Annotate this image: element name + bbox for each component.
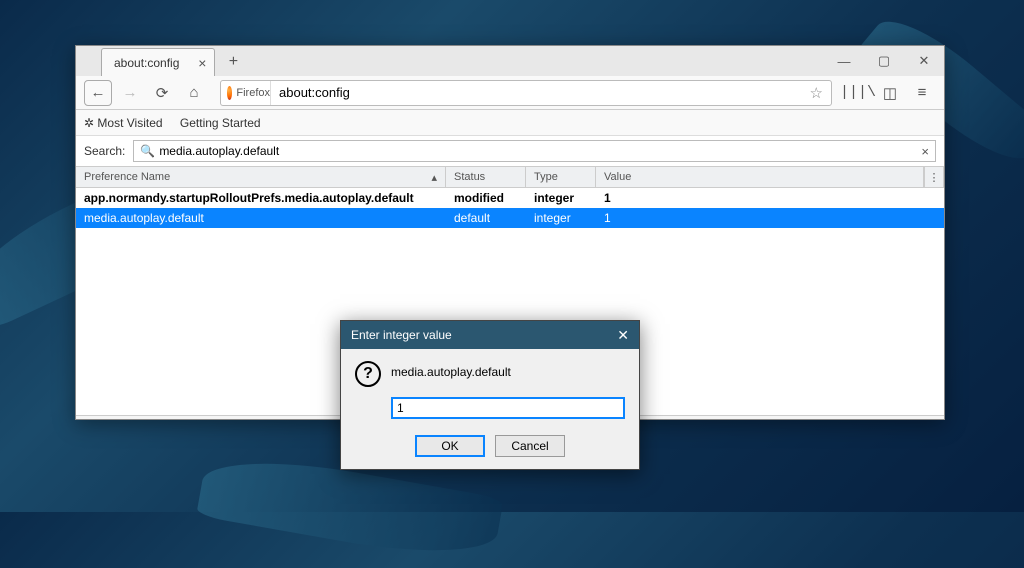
close-window-button[interactable]: ✕ <box>904 46 944 76</box>
col-header-status[interactable]: Status <box>446 167 526 187</box>
ok-button[interactable]: OK <box>415 435 485 457</box>
pref-name: media.autoplay.default <box>76 208 446 228</box>
sort-asc-icon: ▴ <box>431 171 437 184</box>
col-header-value[interactable]: Value <box>596 167 924 187</box>
back-button[interactable]: ← <box>84 80 112 106</box>
bookmarks-toolbar: ✲ Most Visited Getting Started <box>76 110 944 136</box>
tab-title: about:config <box>114 56 179 70</box>
tab-strip: about:config × + ― ▢ ✕ <box>76 46 944 76</box>
dialog-pref-name: media.autoplay.default <box>391 361 511 387</box>
pref-name: app.normandy.startupRolloutPrefs.media.a… <box>76 188 446 208</box>
search-icon: 🔍 <box>140 144 155 158</box>
pref-search-bar: Search: 🔍 × <box>76 136 944 166</box>
home-button[interactable]: ⌂ <box>180 80 208 106</box>
col-header-type[interactable]: Type <box>526 167 596 187</box>
search-label: Search: <box>84 144 125 158</box>
col-header-name[interactable]: Preference Name▴ <box>76 167 446 187</box>
pref-table-header: Preference Name▴ Status Type Value ⋮ <box>76 166 944 188</box>
menu-icon[interactable]: ≡ <box>908 80 936 106</box>
dialog-titlebar: Enter integer value ✕ <box>341 321 639 349</box>
bookmark-getting-started[interactable]: Getting Started <box>177 116 261 130</box>
pref-value: 1 <box>596 188 944 208</box>
firefox-icon <box>227 86 232 100</box>
pref-type: integer <box>526 188 596 208</box>
forward-button: → <box>116 80 144 106</box>
pref-type: integer <box>526 208 596 228</box>
tab-about-config[interactable]: about:config × <box>101 48 215 76</box>
url-bar[interactable]: Firefox ☆ <box>220 80 832 106</box>
dialog-title: Enter integer value <box>351 328 452 342</box>
table-row[interactable]: app.normandy.startupRolloutPrefs.media.a… <box>76 188 944 208</box>
identity-box[interactable]: Firefox <box>221 81 271 105</box>
bookmark-star-icon[interactable]: ☆ <box>802 84 831 102</box>
url-input[interactable] <box>271 85 802 100</box>
minimize-button[interactable]: ― <box>824 46 864 76</box>
library-icon[interactable]: |||\ <box>844 80 872 106</box>
pref-value: 1 <box>596 208 944 228</box>
close-tab-icon[interactable]: × <box>198 55 206 71</box>
reload-button[interactable]: ⟳ <box>148 80 176 106</box>
sidebar-icon[interactable]: ◫ <box>876 80 904 106</box>
search-input[interactable] <box>159 144 921 158</box>
integer-value-input[interactable] <box>391 397 625 419</box>
question-icon: ? <box>355 361 381 387</box>
cancel-button[interactable]: Cancel <box>495 435 565 457</box>
maximize-button[interactable]: ▢ <box>864 46 904 76</box>
new-tab-button[interactable]: + <box>219 48 247 76</box>
nav-toolbar: ← → ⟳ ⌂ Firefox ☆ |||\ ◫ ≡ <box>76 76 944 110</box>
pref-status: modified <box>446 188 526 208</box>
bookmark-most-visited[interactable]: ✲ Most Visited <box>84 116 163 130</box>
integer-prompt-dialog: Enter integer value ✕ ? media.autoplay.d… <box>340 320 640 470</box>
table-row[interactable]: media.autoplay.default default integer 1 <box>76 208 944 228</box>
search-box[interactable]: 🔍 × <box>133 140 936 162</box>
pref-status: default <box>446 208 526 228</box>
dialog-close-icon[interactable]: ✕ <box>617 327 629 344</box>
column-picker-icon[interactable]: ⋮ <box>924 167 944 187</box>
clear-search-icon[interactable]: × <box>921 144 929 159</box>
gear-icon: ✲ <box>84 116 94 130</box>
identity-label: Firefox <box>236 87 270 99</box>
